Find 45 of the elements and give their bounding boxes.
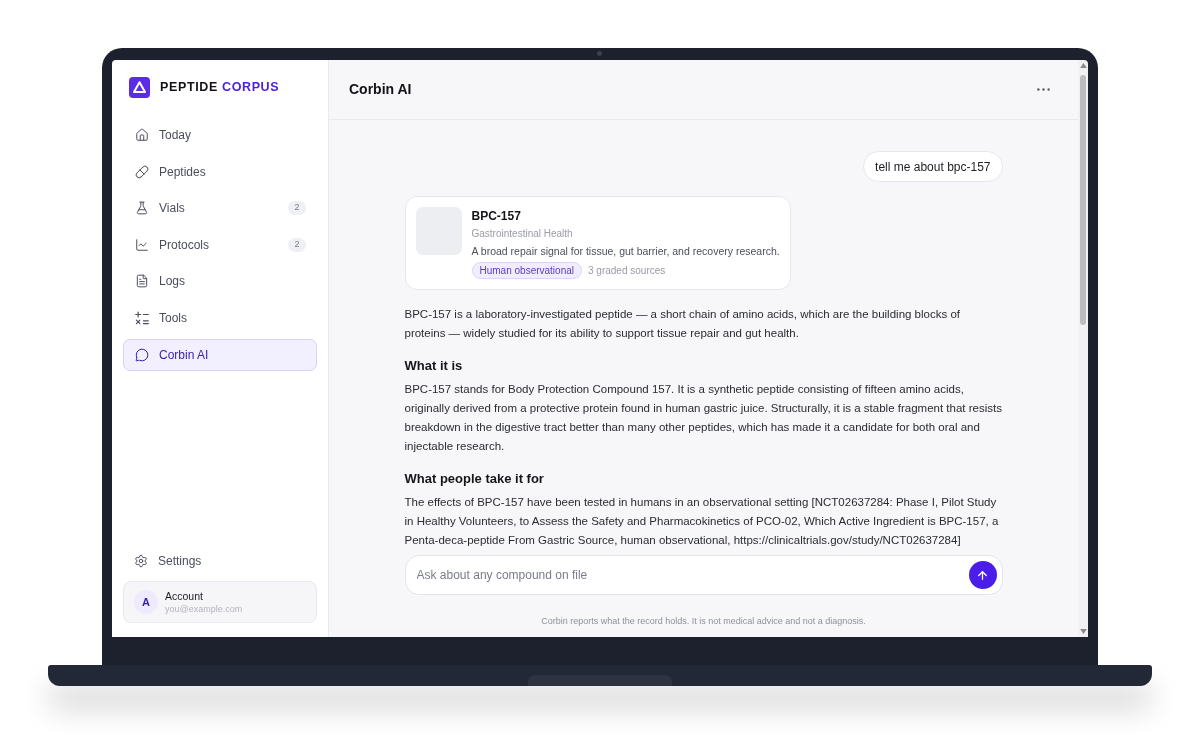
sidebar-nav-item[interactable]: Peptides xyxy=(123,155,317,188)
sidebar-nav-item[interactable]: Protocols 2 xyxy=(123,228,317,261)
compound-title: BPC-157 xyxy=(471,208,522,224)
compound-summary: A broad repair signal for tissue, gut barrier, and recovery research. xyxy=(471,244,780,259)
sidebar-nav-item[interactable]: Logs xyxy=(123,265,317,298)
scrollbar-thumb[interactable] xyxy=(1080,75,1086,325)
account-card[interactable]: A Account you@example.com xyxy=(123,581,317,623)
account-name: Account xyxy=(165,589,204,603)
evidence-tag: Human observational xyxy=(471,262,582,279)
answer-heading: What people take it for xyxy=(404,470,545,488)
compound-card[interactable]: BPC-157 Gastrointestinal Health A broad repair signal for tissue, gut barrier, and recovery research. Human observational 3 graded sources xyxy=(404,196,791,290)
sources-count: 3 graded sources xyxy=(588,264,666,278)
math-symbols-icon xyxy=(135,310,149,325)
sidebar-nav-item[interactable]: Corbin AI xyxy=(123,338,317,371)
document-icon xyxy=(135,274,149,289)
sidebar-nav-item[interactable]: Tools xyxy=(123,301,317,334)
scroll-up-arrow-icon[interactable] xyxy=(1079,63,1087,68)
brand-name: PEPTIDE CORPUS xyxy=(160,79,280,97)
answer-paragraph: BPC-157 stands for Body Protection Compound 157. It is a synthetic peptide consisting of fifteen amino acids, originally derived from a protective protein found in human gastric juice. Structurally, it is a stable fragment that resists breakdown in the digestive tract better than many other peptides, which has made it a candidate for both oral and injectable research. xyxy=(404,382,1003,454)
compound-category: Gastrointestinal Health xyxy=(471,227,574,241)
answer-heading: What it is xyxy=(404,357,464,375)
chat-bubble-icon xyxy=(135,347,149,362)
answer-paragraph: BPC-157 is a laboratory-investigated peptide — a short chain of amino acids, which are the building blocks of proteins — widely studied for its ability to support tissue repair and gut health. xyxy=(404,307,961,341)
settings-icon xyxy=(134,554,148,568)
user-message: tell me about bpc-157 xyxy=(863,151,1003,182)
avatar: A xyxy=(134,590,158,614)
scroll-down-arrow-icon[interactable] xyxy=(1079,629,1087,634)
account-email: you@example.com xyxy=(165,602,243,615)
home-icon xyxy=(135,128,149,142)
webcam-icon xyxy=(597,51,602,56)
more-icon xyxy=(1036,88,1050,91)
count-badge: 2 xyxy=(288,201,306,216)
settings-link[interactable]: Settings xyxy=(123,545,317,577)
answer-paragraph: The effects of BPC-157 have been tested in humans in an observational setting [NCT02637284: Phase I, Pilot Study in Healthy Volunteers, to Assess the Safety and Pharmacokinetics of PCO-02, Which Active Ingredient is BPC-157, a Penta-deca-peptide From Gastric Source, human observational, https://clinicaltrials.gov/study/NCT02637284] xyxy=(404,495,1000,548)
disclaimer: Corbin reports what the record holds. It is not medical advice and not a diagnosis. xyxy=(540,615,867,627)
message-input[interactable]: Ask about any compound on file xyxy=(404,555,1003,595)
sidebar-nav-item[interactable]: Vials 2 xyxy=(123,192,317,225)
logo-icon xyxy=(129,77,150,98)
page-title: Corbin AI xyxy=(349,80,412,99)
flask-icon xyxy=(135,201,149,216)
arrow-up-icon xyxy=(976,568,989,582)
sidebar-nav-item[interactable]: Today xyxy=(123,119,317,151)
line-chart-icon xyxy=(135,237,149,252)
count-badge: 2 xyxy=(288,237,306,252)
pill-icon xyxy=(135,164,149,179)
